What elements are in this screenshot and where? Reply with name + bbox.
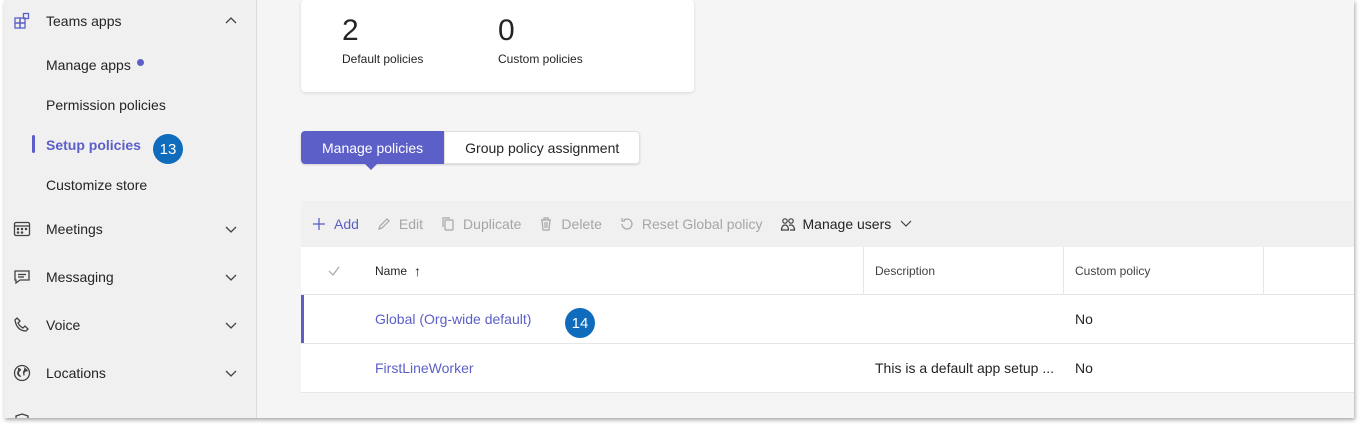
- step-callout-14: 14: [565, 308, 595, 338]
- trash-icon: [538, 216, 554, 232]
- message-icon: [13, 268, 31, 286]
- edit-button-label: Edit: [398, 216, 424, 232]
- manage-users-label: Manage users: [802, 216, 892, 232]
- app-window: Teams apps Manage apps Permission polici…: [4, 0, 1354, 418]
- plus-icon: [311, 216, 327, 232]
- policy-custom-value: No: [1075, 311, 1093, 327]
- nav-group-label: Messaging: [46, 269, 114, 285]
- chevron-down-icon: [224, 270, 238, 284]
- sidebar-item-label: Setup policies: [46, 137, 141, 153]
- nav-group-voice[interactable]: Voice: [4, 305, 257, 345]
- reset-icon: [619, 216, 635, 232]
- column-header-description[interactable]: Description: [875, 247, 935, 295]
- tab-bar: Manage policies Group policy assignment: [301, 131, 641, 170]
- stat-default-policies: 2 Default policies: [342, 14, 423, 66]
- duplicate-button-label: Duplicate: [463, 216, 522, 232]
- tab-manage-policies[interactable]: Manage policies: [301, 131, 445, 170]
- column-header-custom-policy[interactable]: Custom policy: [1075, 247, 1150, 295]
- pencil-icon: [376, 216, 392, 232]
- main-content: 2 Default policies 0 Custom policies Man…: [258, 0, 1354, 418]
- policy-summary-card: 2 Default policies 0 Custom policies: [301, 0, 694, 92]
- duplicate-button[interactable]: Duplicate: [440, 216, 521, 232]
- copy-icon: [440, 216, 456, 232]
- select-all-checkmark-icon[interactable]: [326, 247, 342, 295]
- shield-icon: [13, 412, 31, 418]
- policies-table: Name ↑ Description Custom policy Global …: [301, 247, 1354, 393]
- policy-description: This is a default app setup ...: [875, 360, 1054, 376]
- reset-global-policy-button[interactable]: Reset Global policy: [619, 216, 763, 232]
- policy-name-link[interactable]: Global (Org-wide default): [375, 295, 531, 343]
- chevron-down-icon: [224, 366, 238, 380]
- sidebar-item-permission-policies[interactable]: Permission policies: [4, 87, 257, 123]
- sidebar-item-setup-policies[interactable]: Setup policies: [4, 127, 257, 163]
- table-header: Name ↑ Description Custom policy: [301, 247, 1354, 295]
- apps-icon: [13, 12, 31, 30]
- policy-custom-value: No: [1075, 360, 1093, 376]
- stat-label: Default policies: [342, 52, 424, 66]
- nav-group-meetings[interactable]: Meetings: [4, 209, 257, 249]
- nav-group-partial[interactable]: [4, 401, 257, 418]
- edit-button[interactable]: Edit: [376, 216, 423, 232]
- column-header-label: Name: [375, 264, 408, 278]
- sidebar-item-manage-apps[interactable]: Manage apps: [4, 47, 257, 83]
- sidebar-item-customize-store[interactable]: Customize store: [4, 167, 257, 203]
- globe-icon: [13, 364, 31, 382]
- chevron-down-icon: [899, 216, 915, 232]
- active-indicator: [32, 135, 35, 153]
- sidebar-item-label: Manage apps: [46, 57, 131, 73]
- people-icon: [780, 216, 796, 232]
- stat-label: Custom policies: [498, 52, 583, 66]
- notification-dot: [137, 59, 144, 66]
- phone-icon: [13, 316, 31, 334]
- command-bar: Add Edit Duplicate Delete Reset Global p…: [301, 201, 1354, 247]
- column-divider[interactable]: [863, 247, 864, 295]
- column-header-name[interactable]: Name ↑: [375, 247, 421, 295]
- sort-ascending-icon: ↑: [414, 263, 422, 279]
- add-button[interactable]: Add: [311, 216, 359, 232]
- nav-group-label: Meetings: [46, 221, 103, 237]
- sidebar-item-label: Permission policies: [46, 97, 166, 113]
- stat-custom-policies: 0 Custom policies: [498, 14, 583, 66]
- sidebar-item-label: Customize store: [46, 177, 148, 193]
- nav-group-label: Locations: [46, 365, 106, 381]
- table-row[interactable]: Global (Org-wide default) No: [301, 295, 1354, 344]
- nav-group-label: Voice: [46, 317, 81, 333]
- chevron-up-icon: [224, 14, 238, 28]
- nav-group-teams-apps[interactable]: Teams apps: [4, 1, 257, 41]
- nav-group-locations[interactable]: Locations: [4, 353, 257, 393]
- policy-name-link[interactable]: FirstLineWorker: [375, 344, 474, 392]
- tab-group-policy-assignment[interactable]: Group policy assignment: [444, 131, 641, 164]
- stat-value: 0: [498, 14, 515, 47]
- chevron-down-icon: [224, 318, 238, 332]
- table-row[interactable]: FirstLineWorker This is a default app se…: [301, 344, 1354, 393]
- delete-button[interactable]: Delete: [538, 216, 602, 232]
- column-divider[interactable]: [1263, 247, 1264, 295]
- chevron-down-icon: [224, 222, 238, 236]
- stat-value: 2: [342, 14, 359, 47]
- add-button-label: Add: [334, 216, 359, 232]
- left-nav: Teams apps Manage apps Permission polici…: [4, 0, 257, 418]
- reset-button-label: Reset Global policy: [641, 216, 763, 232]
- calendar-icon: [13, 220, 31, 238]
- nav-group-messaging[interactable]: Messaging: [4, 257, 257, 297]
- column-divider[interactable]: [1063, 247, 1064, 295]
- delete-button-label: Delete: [561, 216, 602, 232]
- nav-group-label: Teams apps: [46, 13, 122, 29]
- manage-users-button[interactable]: Manage users: [780, 216, 916, 232]
- step-callout-13: 13: [153, 134, 183, 164]
